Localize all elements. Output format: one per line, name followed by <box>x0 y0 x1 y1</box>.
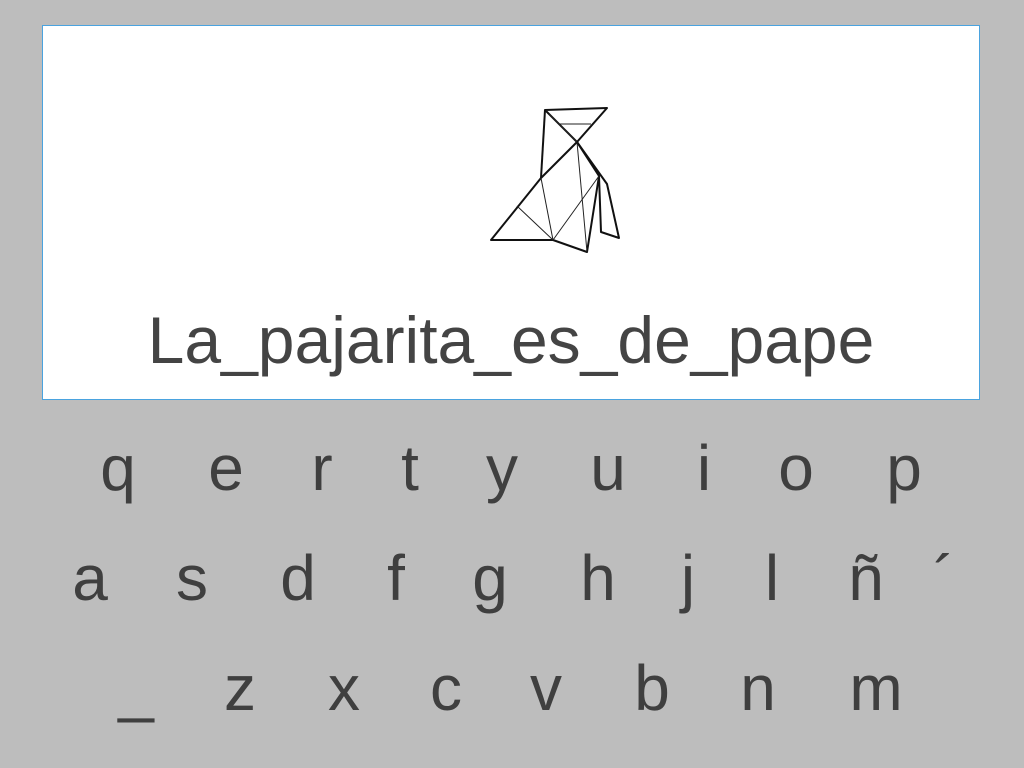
origami-bird-icon <box>490 107 620 253</box>
key-e[interactable]: e <box>186 428 266 508</box>
word-card: La_pajarita_es_de_pape <box>42 25 980 400</box>
key-c[interactable]: c <box>406 648 486 728</box>
key-u[interactable]: u <box>568 428 648 508</box>
key-n[interactable]: n <box>718 648 798 728</box>
key-n-tilde[interactable]: ñ <box>826 538 906 618</box>
key-b[interactable]: b <box>612 648 692 728</box>
key-d[interactable]: d <box>258 538 338 618</box>
key-acute-accent[interactable]: ´ <box>904 538 984 618</box>
key-o[interactable]: o <box>756 428 836 508</box>
key-s[interactable]: s <box>152 538 232 618</box>
key-y[interactable]: y <box>462 428 542 508</box>
target-phrase: La_pajarita_es_de_pape <box>147 303 875 377</box>
key-r[interactable]: r <box>282 428 362 508</box>
key-l[interactable]: l <box>732 538 812 618</box>
key-a[interactable]: a <box>50 538 130 618</box>
key-x[interactable]: x <box>304 648 384 728</box>
key-p[interactable]: p <box>864 428 944 508</box>
key-f[interactable]: f <box>356 538 436 618</box>
key-h[interactable]: h <box>558 538 638 618</box>
key-underscore[interactable]: _ <box>96 648 176 728</box>
key-g[interactable]: g <box>450 538 530 618</box>
key-j[interactable]: j <box>648 538 728 618</box>
key-q[interactable]: q <box>78 428 158 508</box>
key-t[interactable]: t <box>370 428 450 508</box>
key-z[interactable]: z <box>200 648 280 728</box>
key-m[interactable]: m <box>836 648 916 728</box>
key-i[interactable]: i <box>664 428 744 508</box>
key-v[interactable]: v <box>506 648 586 728</box>
